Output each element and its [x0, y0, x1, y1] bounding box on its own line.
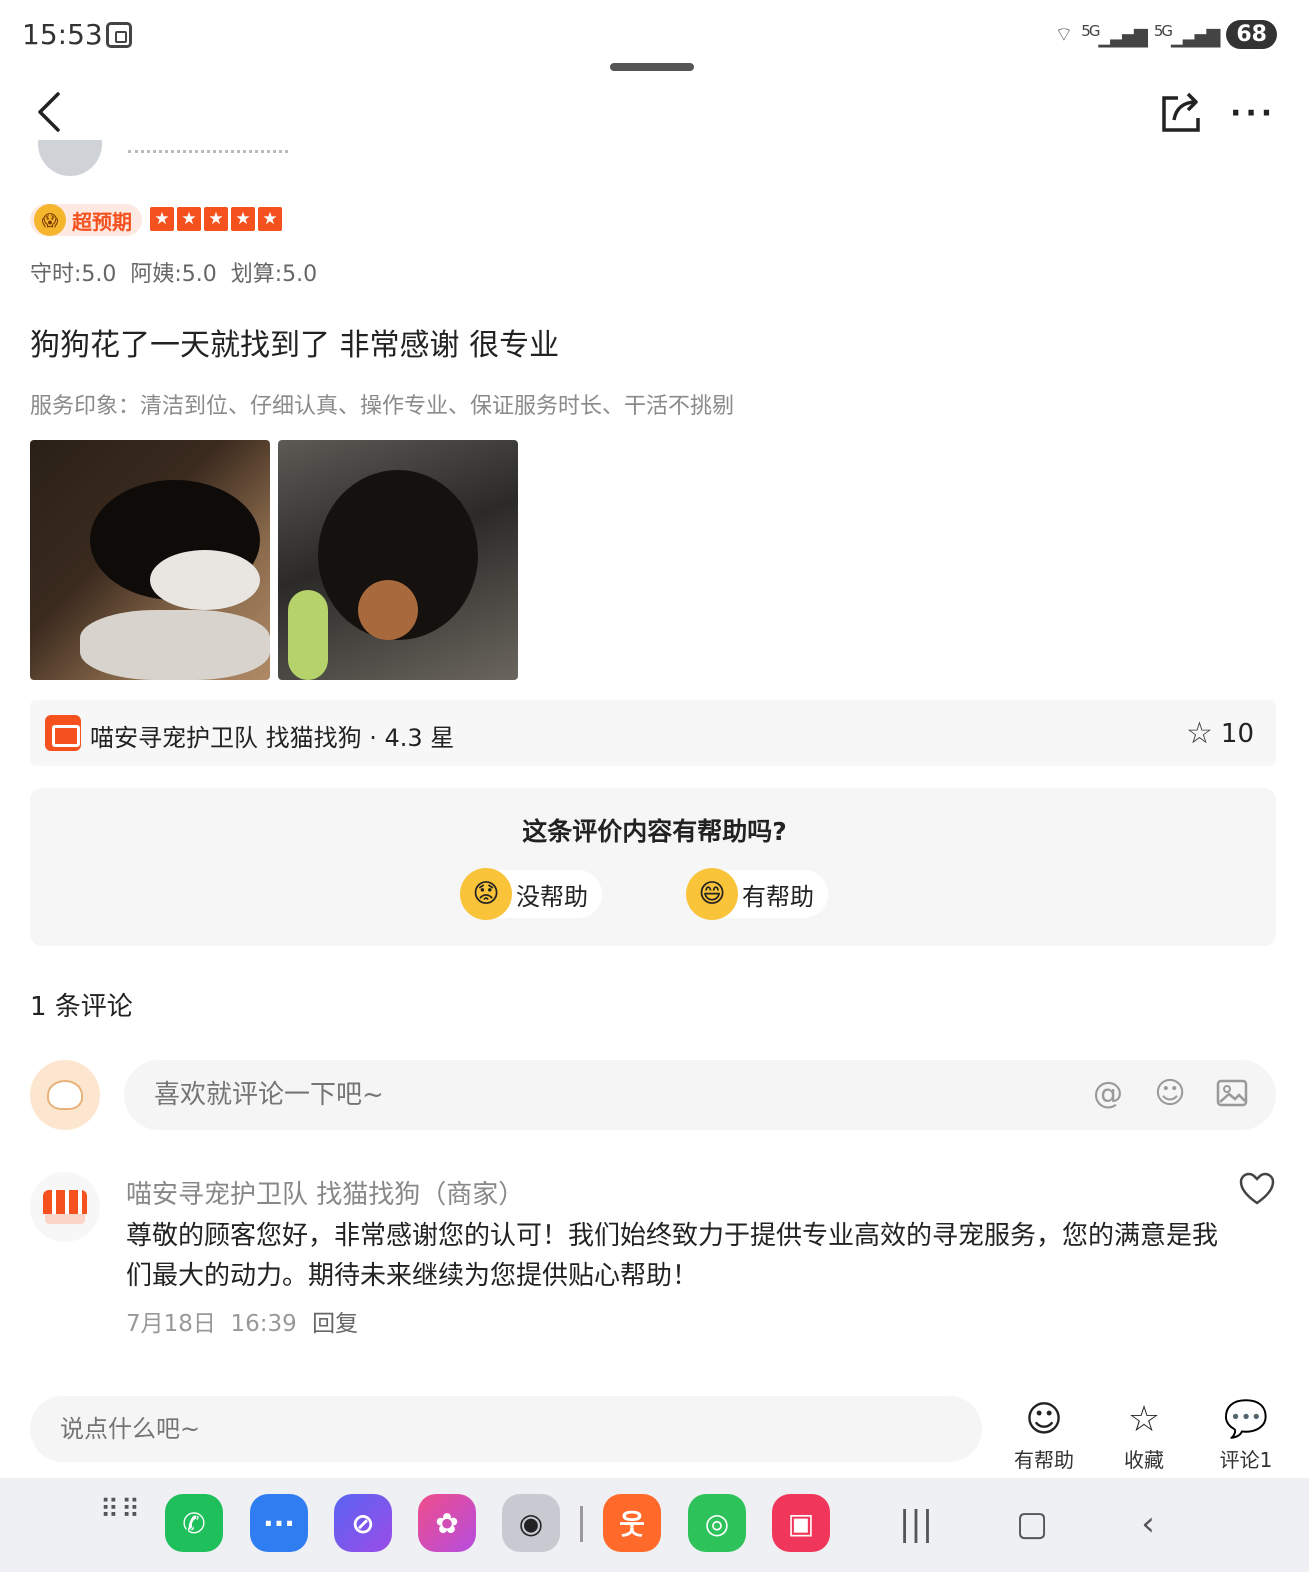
comment-input[interactable]: [154, 1060, 1054, 1130]
camera-app-icon[interactable]: ◉: [502, 1494, 560, 1552]
my-avatar[interactable]: [30, 1060, 100, 1130]
shop-name[interactable]: 喵安寻宠护卫队 找猫找狗 · 4.3 星: [90, 718, 454, 753]
nav-back-button[interactable]: ‹: [1124, 1500, 1172, 1548]
browser-app-icon[interactable]: ⊘: [334, 1494, 392, 1552]
reviewer-name: [128, 150, 288, 164]
happy-face-icon: 😄: [686, 868, 738, 920]
dock-separator: [580, 1506, 583, 1542]
signal-icon-2: 5G▁▃▅▇: [1153, 21, 1221, 48]
service-impression: 服务印象：清洁到位、仔细认真、操作专业、保证服务时长、干活不挑剔: [30, 394, 735, 419]
shop-favorite[interactable]: ☆ 10: [1186, 716, 1254, 751]
wechat-app-icon[interactable]: ◎: [688, 1494, 746, 1552]
emoji-icon[interactable]: ☺: [1152, 1076, 1188, 1112]
app-drawer-icon[interactable]: ⠿⠿: [100, 1497, 140, 1542]
shopping-app-icon[interactable]: ▣: [772, 1494, 830, 1552]
review-text: 狗狗花了一天就找到了 非常感谢 很专业: [30, 328, 560, 363]
reply-button[interactable]: 回复: [312, 1311, 358, 1337]
star-outline-icon: ☆: [1186, 716, 1213, 751]
status-indicators: ⌔ 5G▁▃▅▇ 5G▁▃▅▇ 68: [1054, 20, 1277, 49]
star-icon: ★: [258, 207, 282, 231]
surprise-face-icon: 😱: [34, 204, 66, 236]
comment-date: 7月18日 16:39: [126, 1311, 297, 1337]
phone-app-icon[interactable]: ✆: [165, 1494, 223, 1552]
comment-action-button[interactable]: 💬 评论1: [1206, 1396, 1286, 1473]
shop-icon: [45, 715, 81, 751]
favorite-action-button[interactable]: ☆ 收藏: [1104, 1396, 1184, 1473]
chat-bubble-icon: 💬: [1223, 1399, 1269, 1440]
chevron-left-icon: [38, 92, 60, 132]
star-icon: ★: [204, 207, 228, 231]
confused-face-icon: 😟: [460, 868, 512, 920]
battery-indicator: 68: [1226, 20, 1277, 49]
screenshot-icon: [106, 22, 132, 48]
review-photo-2[interactable]: [278, 440, 518, 680]
helpful-question: 这条评价内容有帮助吗?: [522, 817, 787, 846]
back-button[interactable]: [30, 88, 78, 136]
exceed-expectation-badge: 😱 超预期: [30, 204, 142, 236]
comment-count: 1 条评论: [30, 992, 133, 1022]
say-something-input[interactable]: [60, 1396, 940, 1462]
star-icon: ★: [231, 207, 255, 231]
helpful-action-button[interactable]: ☺ 有帮助: [1004, 1396, 1084, 1473]
comment-text: 尊敬的顾客您好，非常感谢您的认可！我们始终致力于提供专业高效的寻宠服务，您的满意…: [126, 1221, 1219, 1291]
image-icon[interactable]: [1214, 1076, 1250, 1112]
not-helpful-button[interactable]: 😟 没帮助: [460, 868, 602, 920]
heart-icon: [1239, 1172, 1275, 1205]
say-something-box[interactable]: [30, 1396, 982, 1462]
messages-app-icon[interactable]: ···: [250, 1494, 308, 1552]
share-button[interactable]: [1158, 88, 1206, 136]
share-icon: [1162, 92, 1200, 132]
star-rating: ★ ★ ★ ★ ★: [150, 207, 282, 231]
status-time: 15:53: [22, 18, 103, 51]
helpful-button[interactable]: 😄 有帮助: [686, 868, 828, 920]
more-icon: ···: [1230, 96, 1277, 131]
like-button[interactable]: [1238, 1170, 1276, 1208]
review-photo-1[interactable]: [30, 440, 270, 680]
star-icon: ★: [177, 207, 201, 231]
shop-favorite-count: 10: [1220, 718, 1254, 749]
smile-face-icon: ☺: [1025, 1399, 1063, 1440]
reviewer-avatar[interactable]: [38, 140, 102, 176]
star-outline-icon: ☆: [1127, 1399, 1161, 1440]
drag-handle[interactable]: [610, 63, 694, 71]
merchant-avatar[interactable]: [30, 1172, 100, 1242]
more-options-button[interactable]: ···: [1230, 96, 1278, 131]
sub-scores: 守时:5.0 阿姨:5.0 划算:5.0: [30, 262, 318, 287]
gallery-app-icon[interactable]: ✿: [418, 1494, 476, 1552]
wifi-icon: ⌔: [1054, 22, 1074, 46]
home-button[interactable]: ▢: [1008, 1500, 1056, 1548]
comment-meta: 7月18日 16:39 回复: [126, 1304, 358, 1338]
at-icon[interactable]: @: [1090, 1076, 1126, 1112]
star-icon: ★: [150, 207, 174, 231]
comment-author[interactable]: 喵安寻宠护卫队 找猫找狗（商家）: [126, 1174, 524, 1211]
signal-icon-1: 5G▁▃▅▇: [1081, 21, 1148, 48]
dianping-app-icon[interactable]: 웃: [603, 1494, 661, 1552]
recent-apps-button[interactable]: |||: [892, 1500, 940, 1548]
